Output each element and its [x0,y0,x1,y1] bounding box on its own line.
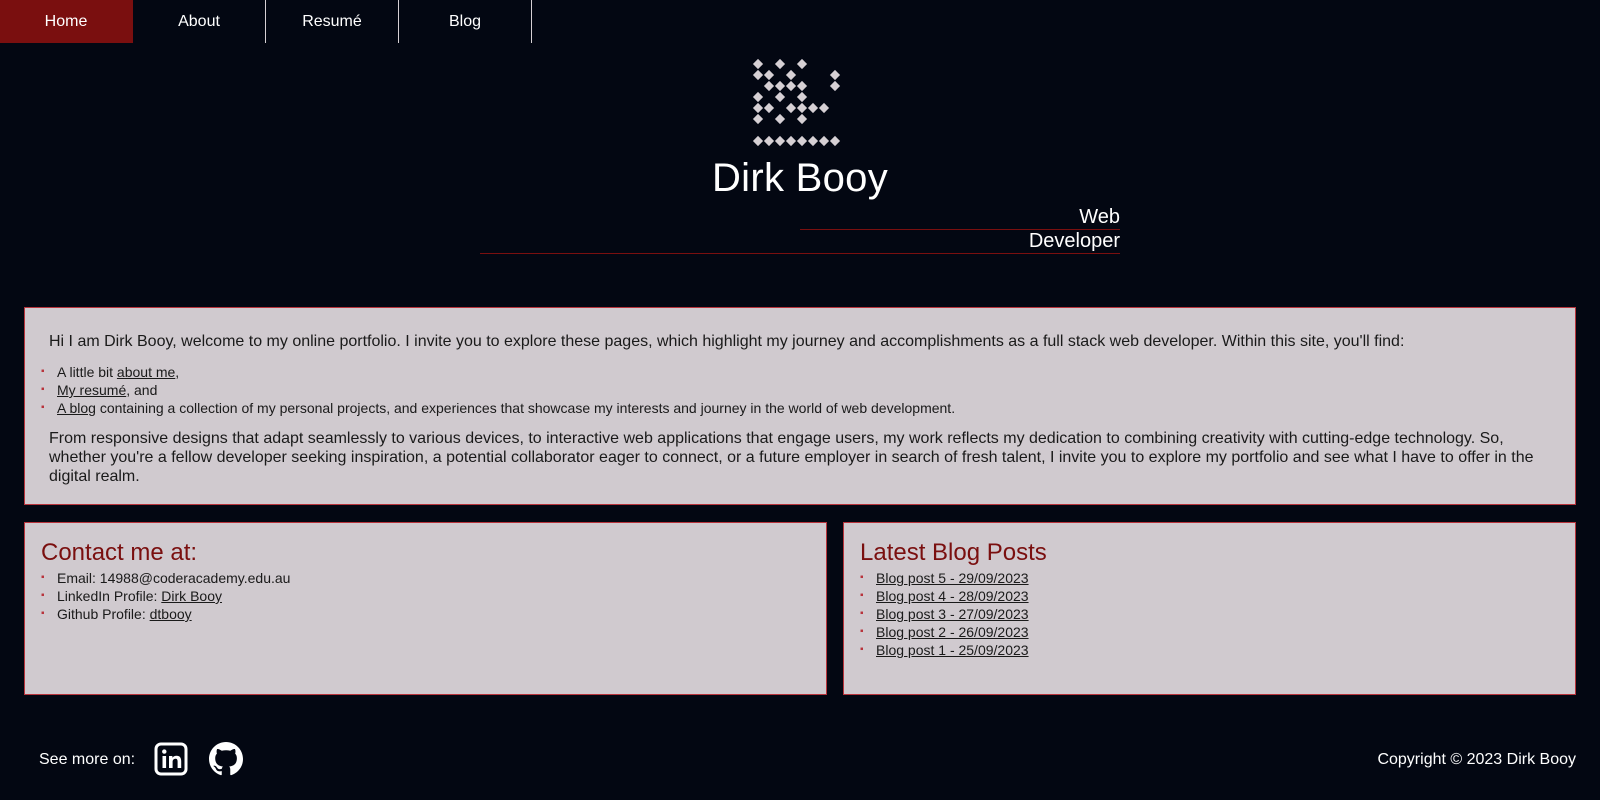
blog-panel: Latest Blog Posts Blog post 5 - 29/09/20… [843,522,1576,695]
logo-dot [796,113,808,125]
logo-dot [785,80,797,92]
linkedin-label: LinkedIn Profile: [57,588,162,604]
logo-dot [763,135,775,147]
blog-post-link-5[interactable]: Blog post 5 - 29/09/2023 [876,570,1029,586]
list-item: Blog post 3 - 27/09/2023 [860,605,1559,623]
contact-github-item: Github Profile: dtbooy [41,605,810,623]
copyright-text: Copyright © 2023 Dirk Booy [1377,751,1576,768]
blog-post-link-1[interactable]: Blog post 1 - 25/09/2023 [876,642,1029,658]
page-title: Dirk Booy [711,156,889,200]
logo-dot [752,69,764,81]
logo-dot [785,102,797,114]
blog-post-link-4[interactable]: Blog post 4 - 28/09/2023 [876,588,1029,604]
db-monogram-logo-icon [752,58,841,147]
resume-link[interactable]: My resumé [57,382,126,398]
logo-dot [829,69,841,81]
list-item: Blog post 4 - 28/09/2023 [860,587,1559,605]
github-profile-link[interactable]: dtbooy [150,606,192,622]
logo-dot [774,80,786,92]
list-item: Blog post 2 - 26/09/2023 [860,623,1559,641]
main-nav: Home About Resumé Blog [0,0,532,43]
logo-dot [785,135,797,147]
logo-dot [774,113,786,125]
nav-about[interactable]: About [133,0,266,43]
list-item: A little bit about me, [41,363,1551,381]
email-label: Email: [57,570,100,586]
github-icon[interactable] [209,742,243,776]
logo-dot [763,80,775,92]
logo-dot [796,135,808,147]
list-item: Blog post 1 - 25/09/2023 [860,641,1559,659]
logo-dot [774,135,786,147]
role-line-1: Web [800,206,1120,230]
logo-dot [752,58,764,70]
logo-dot [796,91,808,103]
intro-paragraph-2: From responsive designs that adapt seaml… [49,430,1534,485]
blog-post-link-3[interactable]: Blog post 3 - 27/09/2023 [876,606,1029,622]
blog-post-link-2[interactable]: Blog post 2 - 26/09/2023 [876,624,1029,640]
linkedin-icon[interactable] [154,742,188,776]
logo-dot [752,113,764,125]
logo-dot [829,80,841,92]
contact-heading: Contact me at: [41,539,198,566]
logo-dot [752,91,764,103]
role-line-2: Developer [480,230,1120,254]
logo-dot [785,69,797,81]
nav-home[interactable]: Home [0,0,133,43]
about-me-link[interactable]: about me [117,364,175,380]
logo-dot [818,102,830,114]
linkedin-profile-link[interactable]: Dirk Booy [161,588,222,604]
contact-email-item: Email: 14988@coderacademy.edu.au [41,569,810,587]
see-more-label: See more on: [39,751,136,768]
list-item: My resumé, and [41,381,1551,399]
blog-list: Blog post 5 - 29/09/2023 Blog post 4 - 2… [860,569,1559,659]
logo-dot [763,69,775,81]
logo-dot [807,135,819,147]
nav-resume[interactable]: Resumé [266,0,399,43]
logo-dot [774,58,786,70]
blog-link[interactable]: A blog [57,400,96,416]
list-item-text: , and [126,382,158,398]
github-label: Github Profile: [57,606,150,622]
list-item-text: containing a collection of my personal p… [95,400,956,416]
list-item: A blog containing a collection of my per… [41,399,1551,417]
blog-heading: Latest Blog Posts [860,539,1047,566]
intro-list: A little bit about me, My resumé, and A … [41,363,1551,417]
logo-dot [796,80,808,92]
logo-dot [818,135,830,147]
intro-panel: Hi I am Dirk Booy, welcome to my online … [24,307,1576,505]
logo-dot [807,102,819,114]
logo-dot [829,135,841,147]
intro-paragraph-1: Hi I am Dirk Booy, welcome to my online … [49,333,1405,350]
list-item-text: A little bit [57,364,117,380]
contact-list: Email: 14988@coderacademy.edu.au LinkedI… [41,569,810,623]
email-value: 14988@coderacademy.edu.au [99,570,291,586]
logo-dot [752,102,764,114]
logo-dot [752,135,764,147]
list-item-text: , [175,364,180,380]
contact-panel: Contact me at: Email: 14988@coderacademy… [24,522,827,695]
contact-linkedin-item: LinkedIn Profile: Dirk Booy [41,587,810,605]
logo-dot [774,91,786,103]
logo-dot [796,102,808,114]
logo-dot [763,102,775,114]
logo-dot [796,58,808,70]
list-item: Blog post 5 - 29/09/2023 [860,569,1559,587]
nav-blog[interactable]: Blog [399,0,532,43]
